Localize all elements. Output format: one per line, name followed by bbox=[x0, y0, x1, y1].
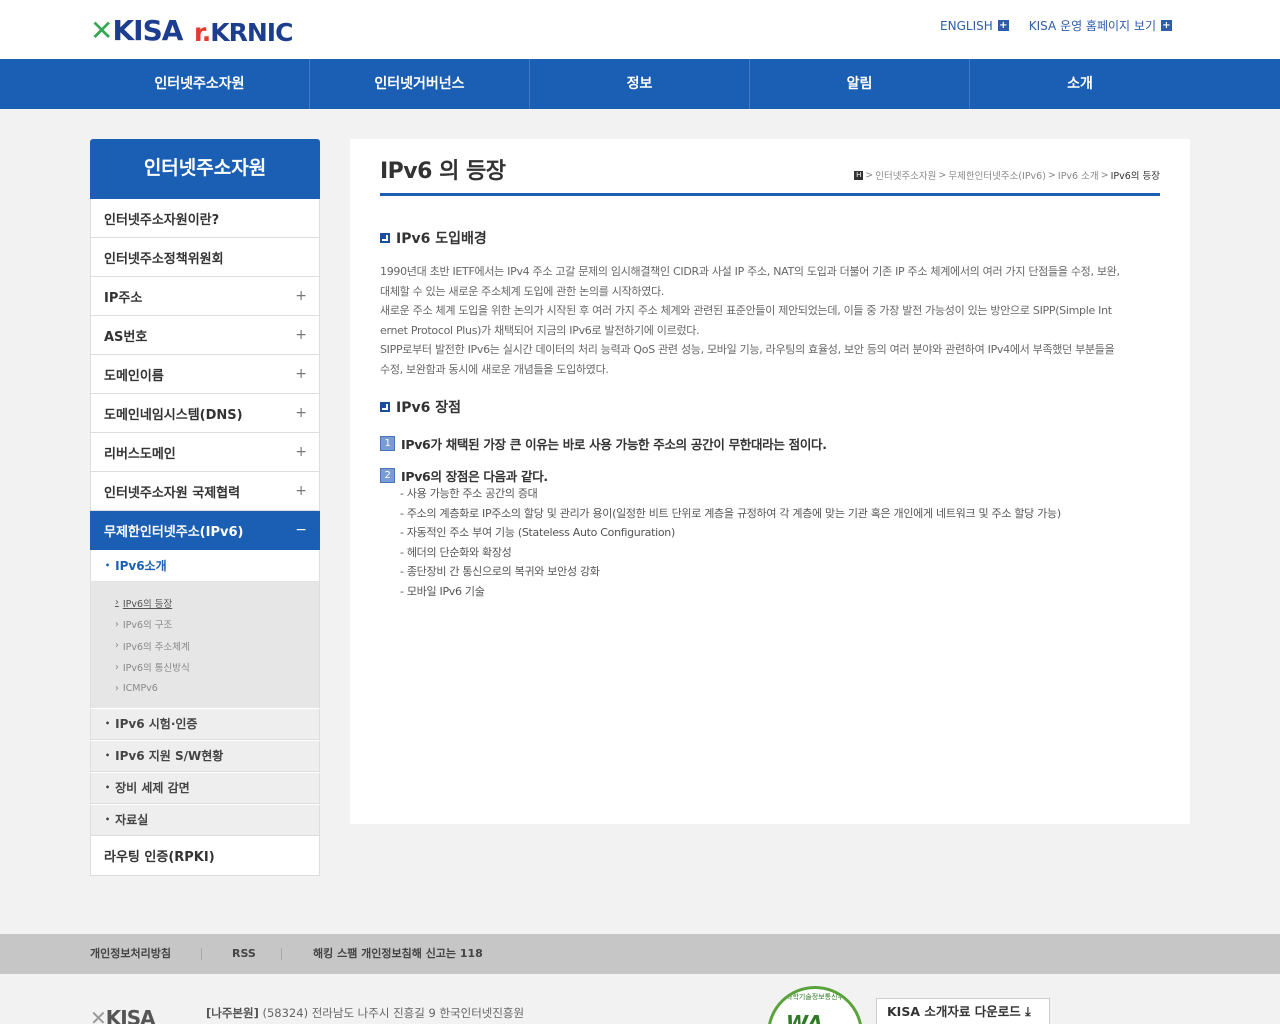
sidebar-item[interactable]: AS번호 + bbox=[90, 316, 320, 355]
top-links: ENGLISH + KISA 운영 홈페이지 보기 + bbox=[940, 17, 1172, 34]
krnic-logo[interactable]: r. KRNIC bbox=[194, 18, 293, 47]
advantages-list: - 사용 가능한 주소 공간의 증대 - 주소의 계층화로 IP주소의 할당 및… bbox=[400, 484, 1061, 602]
footer: ✕KISA [나주본원] (58324) 전라남도 나주시 진흥길 9 한국인터… bbox=[0, 974, 1280, 1024]
nav-item-info[interactable]: 정보 bbox=[530, 59, 750, 109]
sidebar-item[interactable]: 도메인이름 + bbox=[90, 355, 320, 394]
page-title: IPv6 의 등장 bbox=[380, 159, 506, 184]
title-divider bbox=[380, 193, 1160, 196]
sub-item[interactable]: • IPv6 지원 S/W현황 bbox=[90, 739, 320, 772]
section-heading: IPv6 장점 bbox=[380, 397, 461, 417]
breadcrumb-current: IPv6의 등장 bbox=[1110, 171, 1160, 182]
rss-link[interactable]: RSS bbox=[232, 934, 256, 974]
plus-icon: + bbox=[295, 483, 307, 499]
nav-item-notice[interactable]: 알림 bbox=[750, 59, 970, 109]
nav-item-governance[interactable]: 인터넷거버넌스 bbox=[310, 59, 530, 109]
plus-icon: + bbox=[295, 327, 307, 343]
list-item: - 종단장비 간 통신으로의 복귀와 보안성 강화 bbox=[400, 565, 600, 579]
minus-icon: − bbox=[295, 522, 307, 538]
section-paragraph: 1990년대 초반 IETF에서는 IPv4 주소 고갈 문제의 임시해결책인 … bbox=[380, 265, 1120, 376]
sidebar-item[interactable]: 인터넷주소자원이란? bbox=[90, 199, 320, 238]
arrow-box-icon bbox=[380, 233, 390, 243]
numbered-point: 1 IPv6가 채택된 가장 큰 이유는 바로 사용 가능한 주소의 공간이 무한… bbox=[380, 434, 827, 453]
side-nav: 인터넷주소자원 인터넷주소자원이란? 인터넷주소정책위원회 IP주소 + AS번호… bbox=[90, 139, 320, 876]
footer-address: [나주본원] (58324) 전라남도 나주시 진흥길 9 한국인터넷진흥원 bbox=[206, 1006, 525, 1020]
number-badge-icon: 1 bbox=[380, 436, 395, 451]
divider bbox=[201, 948, 202, 960]
sidebar-item[interactable]: 인터넷주소자원 국제협력 + bbox=[90, 472, 320, 511]
sub3-item[interactable]: › ICMPv6 bbox=[91, 678, 319, 700]
divider bbox=[281, 948, 282, 960]
sidebar-item[interactable]: 리버스도메인 + bbox=[90, 433, 320, 472]
sub-item[interactable]: • 자료실 bbox=[90, 803, 320, 836]
footer-kisa-logo: ✕KISA bbox=[90, 1006, 156, 1024]
list-item: - 주소의 계층화로 IP주소의 할당 및 관리가 용이(일정한 비트 단위로 … bbox=[400, 506, 1061, 520]
sub3-list: › IPv6의 등장 › IPv6의 구조 › IPv6의 주소체계 › IPv6의 통… bbox=[90, 582, 320, 708]
main-nav: 인터넷주소자원 인터넷거버넌스 정보 알림 소개 bbox=[0, 59, 1280, 109]
sub-item[interactable]: • 장비 세제 감면 bbox=[90, 771, 320, 804]
kisa-logo[interactable]: ✕KISA bbox=[90, 14, 183, 47]
breadcrumb-item[interactable]: IPv6 소개 bbox=[1058, 168, 1099, 182]
sidebar-item[interactable]: IP주소 + bbox=[90, 277, 320, 316]
sub-item[interactable]: • IPv6 시험·인증 bbox=[90, 707, 320, 740]
breadcrumb-item[interactable]: 인터넷주소자원 bbox=[875, 168, 936, 182]
english-link[interactable]: ENGLISH + bbox=[940, 17, 1009, 34]
plus-icon: + bbox=[295, 366, 307, 382]
list-item: - 모바일 IPv6 기술 bbox=[400, 584, 485, 598]
sidebar-item[interactable]: 인터넷주소정책위원회 bbox=[90, 238, 320, 277]
sub3-item[interactable]: › IPv6의 주소체계 bbox=[91, 635, 319, 657]
report-118-link[interactable]: 해킹 스팸 개인정보침해 신고는 118 bbox=[313, 934, 483, 974]
plus-icon: + bbox=[295, 288, 307, 304]
sidebar-item[interactable]: 도메인네임시스템(DNS) + bbox=[90, 394, 320, 433]
sub3-item[interactable]: › IPv6의 등장 bbox=[91, 592, 319, 614]
breadcrumb: H > 인터넷주소자원 > 무제한인터넷주소(IPv6) > IPv6 소개 > IPv… bbox=[854, 168, 1160, 182]
top-header: ✕KISA r. KRNIC ENGLISH + KISA 운영 홈페이지 보기 + bbox=[0, 0, 1280, 59]
number-badge-icon: 2 bbox=[380, 468, 395, 483]
sub3-item[interactable]: › IPv6의 구조 bbox=[91, 614, 319, 636]
arrow-box-icon bbox=[380, 402, 390, 412]
home-icon[interactable]: H bbox=[854, 170, 864, 180]
plus-icon: + bbox=[295, 405, 307, 421]
plus-icon: + bbox=[997, 20, 1009, 31]
section-heading: IPv6 도입배경 bbox=[380, 228, 487, 248]
nav-item-about[interactable]: 소개 bbox=[970, 59, 1190, 109]
side-nav-title: 인터넷주소자원 bbox=[90, 139, 320, 199]
wa-certification-mark: 과학기술정보통신부 WA bbox=[767, 986, 863, 1024]
sidebar-item-rpki[interactable]: 라우팅 인증(RPKI) bbox=[90, 835, 320, 876]
list-item: - 헤더의 단순화와 확장성 bbox=[400, 545, 512, 559]
plus-icon: + bbox=[295, 444, 307, 460]
footer-links-bar: 개인정보처리방침 RSS 해킹 스팸 개인정보침해 신고는 118 bbox=[0, 934, 1280, 974]
breadcrumb-item[interactable]: 무제한인터넷주소(IPv6) bbox=[948, 168, 1046, 182]
main-content: IPv6 의 등장 H > 인터넷주소자원 > 무제한인터넷주소(IPv6) > IP… bbox=[350, 139, 1190, 824]
list-item: - 사용 가능한 주소 공간의 증대 bbox=[400, 487, 538, 500]
download-intro-button[interactable]: KISA 소개자료 다운로드 ⤓ bbox=[876, 998, 1050, 1024]
kisa-home-link[interactable]: KISA 운영 홈페이지 보기 + bbox=[1029, 17, 1172, 34]
privacy-policy-link[interactable]: 개인정보처리방침 bbox=[90, 934, 171, 974]
sub-item-ipv6-intro[interactable]: • IPv6소개 bbox=[90, 550, 320, 582]
numbered-point: 2 IPv6의 장점은 다음과 같다. bbox=[380, 466, 548, 485]
list-item: - 자동적인 주소 부여 기능 (Stateless Auto Configur… bbox=[400, 526, 675, 540]
sub3-item[interactable]: › IPv6의 통신방식 bbox=[91, 657, 319, 679]
sidebar-item-ipv6-active[interactable]: 무제한인터넷주소(IPv6) − bbox=[90, 511, 320, 550]
plus-icon: + bbox=[1161, 20, 1172, 31]
nav-item-address-resources[interactable]: 인터넷주소자원 bbox=[90, 59, 310, 109]
